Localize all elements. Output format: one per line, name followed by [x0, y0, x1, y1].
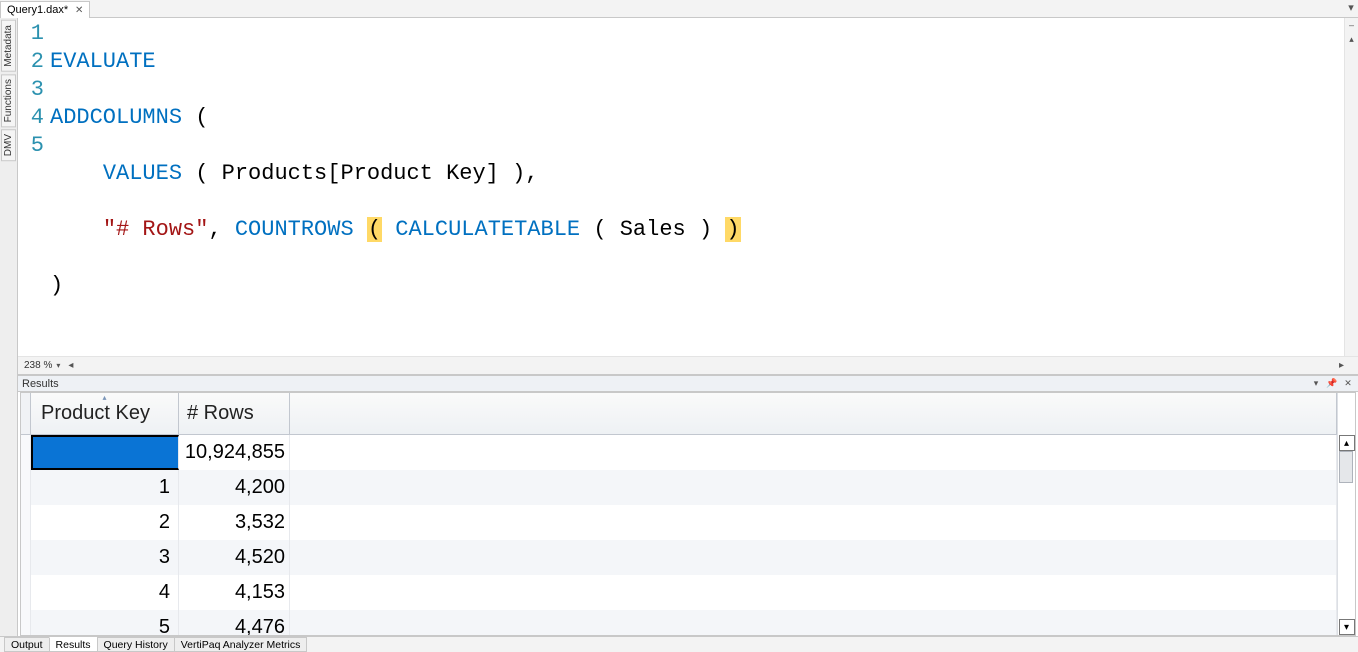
code-text: , [208, 217, 234, 242]
results-scrollbar[interactable]: ▴ ▾ [1337, 393, 1355, 635]
cell-rowcount[interactable]: 3,532 [179, 505, 290, 540]
hscroll-left-icon[interactable]: ◂ [68, 360, 73, 371]
dropdown-icon[interactable]: ▾ [1310, 378, 1322, 390]
chevron-down-icon[interactable]: ▾ [54, 361, 62, 370]
row-header[interactable] [21, 470, 31, 505]
row-header[interactable] [21, 575, 31, 610]
tab-results[interactable]: Results [49, 637, 98, 652]
workspace: Metadata Functions DMV 1 2 3 4 5 EVALUAT… [0, 18, 1358, 636]
pin-icon[interactable]: 📌 [1326, 378, 1338, 390]
code-text: ) [50, 273, 63, 298]
cell-rowcount[interactable]: 4,200 [179, 470, 290, 505]
zoom-level[interactable]: 238 % [24, 360, 52, 371]
close-icon[interactable]: ✕ [73, 4, 85, 16]
code-content[interactable]: EVALUATE ADDCOLUMNS ( VALUES ( Products[… [50, 20, 1358, 356]
cell-product-key[interactable]: 5 [31, 610, 179, 635]
line-number: 2 [18, 48, 44, 76]
column-header[interactable]: # Rows [179, 393, 290, 435]
scroll-thumb[interactable] [1339, 451, 1353, 483]
document-tab-title: Query1.dax* [7, 4, 68, 16]
dock-tab-dmv[interactable]: DMV [1, 129, 16, 161]
cell-filler [290, 575, 1337, 610]
row-header-corner [21, 393, 31, 435]
cell-rowcount[interactable]: 10,924,855 [179, 435, 290, 470]
line-number: 3 [18, 76, 44, 104]
row-header[interactable] [21, 505, 31, 540]
results-titlebar: Results ▾ 📌 ✕ [18, 376, 1358, 392]
line-number: 5 [18, 132, 44, 160]
column-header-label: # Rows [187, 402, 254, 425]
results-grid[interactable]: ▴ Product Key # Rows 10,924,85514,20023,… [21, 393, 1337, 635]
tab-output[interactable]: Output [4, 637, 50, 652]
dax-keyword: CALCULATETABLE [395, 217, 580, 242]
left-dock: Metadata Functions DMV [0, 18, 18, 636]
editor-area: 1 2 3 4 5 EVALUATE ADDCOLUMNS ( VALUES (… [18, 18, 1358, 375]
dax-keyword: ADDCOLUMNS [50, 105, 182, 130]
dax-string: "# Rows" [103, 217, 209, 242]
bracket-highlight: ) [725, 217, 740, 242]
document-tab-bar: Query1.dax* ✕ ▾ [0, 0, 1358, 18]
code-text: ( Products[Product Key] ), [182, 161, 538, 186]
cell-rowcount[interactable]: 4,476 [179, 610, 290, 635]
code-editor[interactable]: 1 2 3 4 5 EVALUATE ADDCOLUMNS ( VALUES (… [18, 18, 1358, 356]
line-number: 1 [18, 20, 44, 48]
main-column: 1 2 3 4 5 EVALUATE ADDCOLUMNS ( VALUES (… [18, 18, 1358, 636]
code-text [354, 217, 367, 242]
code-indent [50, 217, 103, 242]
cell-filler [290, 505, 1337, 540]
cell-product-key[interactable]: 4 [31, 575, 179, 610]
tab-vertipaq[interactable]: VertiPaq Analyzer Metrics [174, 637, 308, 652]
cell-rowcount[interactable]: 4,153 [179, 575, 290, 610]
scroll-up-icon[interactable]: ▴ [1345, 32, 1358, 46]
results-grid-wrap: ▴ Product Key # Rows 10,924,85514,20023,… [21, 393, 1337, 635]
cell-product-key[interactable] [31, 435, 179, 470]
close-icon[interactable]: ✕ [1342, 378, 1354, 390]
dax-keyword: EVALUATE [50, 49, 156, 74]
row-header[interactable] [21, 540, 31, 575]
scroll-down-icon[interactable]: ▾ [1339, 619, 1355, 635]
dax-keyword: COUNTROWS [235, 217, 354, 242]
scroll-track[interactable] [1339, 451, 1355, 619]
column-header[interactable]: ▴ Product Key [31, 393, 179, 435]
results-pane: Results ▾ 📌 ✕ ▴ Product Key [18, 375, 1358, 636]
split-icon[interactable]: – [1345, 18, 1358, 32]
cell-filler [290, 610, 1337, 635]
document-tab[interactable]: Query1.dax* ✕ [0, 1, 90, 18]
window-collapse-icon[interactable]: ▾ [1344, 0, 1358, 14]
cell-rowcount[interactable]: 4,520 [179, 540, 290, 575]
bracket-highlight: ( [367, 217, 382, 242]
hscroll-right-icon[interactable]: ▸ [1339, 360, 1344, 371]
code-text: ( Sales ) [580, 217, 725, 242]
results-body: ▴ Product Key # Rows 10,924,85514,20023,… [20, 392, 1356, 636]
scroll-up-icon[interactable]: ▴ [1339, 435, 1355, 451]
row-header[interactable] [21, 610, 31, 635]
cell-product-key[interactable]: 2 [31, 505, 179, 540]
column-header-filler [290, 393, 1337, 435]
cell-filler [290, 435, 1337, 470]
bottom-tab-bar: Output Results Query History VertiPaq An… [0, 636, 1358, 652]
code-indent [50, 161, 103, 186]
row-header[interactable] [21, 435, 31, 470]
tab-query-history[interactable]: Query History [97, 637, 175, 652]
editor-scrollbar[interactable]: – ▴ [1344, 18, 1358, 356]
dax-keyword: VALUES [103, 161, 182, 186]
line-number-gutter: 1 2 3 4 5 [18, 20, 50, 356]
code-text [382, 217, 395, 242]
code-text: ( [182, 105, 208, 130]
line-number: 4 [18, 104, 44, 132]
column-header-label: Product Key [41, 402, 150, 425]
cell-filler [290, 540, 1337, 575]
sort-indicator-icon: ▴ [102, 393, 106, 402]
dock-tab-functions[interactable]: Functions [1, 74, 16, 127]
cell-product-key[interactable]: 1 [31, 470, 179, 505]
cell-filler [290, 470, 1337, 505]
editor-zoom-bar: 238 % ▾ ◂ ▸ [18, 356, 1358, 374]
cell-product-key[interactable]: 3 [31, 540, 179, 575]
dock-tab-metadata[interactable]: Metadata [1, 20, 16, 72]
results-title-text: Results [22, 378, 59, 390]
